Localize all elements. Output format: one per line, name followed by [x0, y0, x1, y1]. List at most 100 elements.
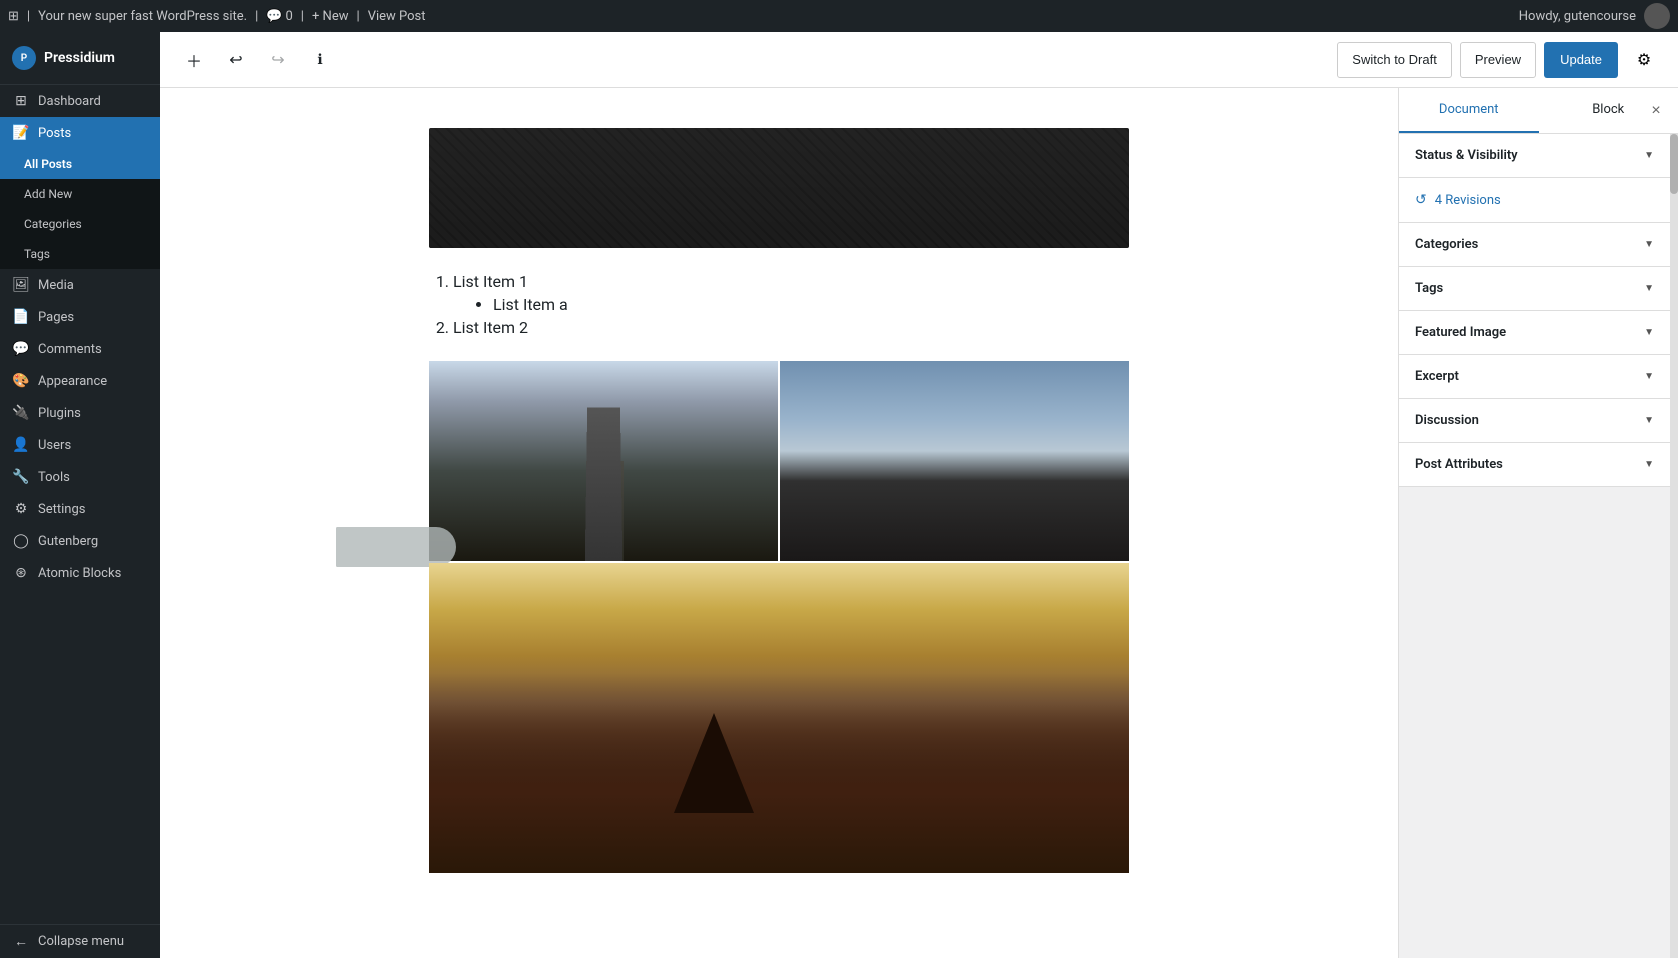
tools-icon: 🔧: [12, 469, 30, 485]
list-section: List Item 1 List Item a List Item 2: [429, 272, 1129, 337]
sub-list: List Item a: [453, 295, 1129, 314]
panel-with-scroll: Status & Visibility ▼ ↺ 4 Revisions: [1399, 134, 1678, 958]
site-name[interactable]: Your new super fast WordPress site.: [38, 9, 247, 24]
tab-document[interactable]: Document: [1399, 88, 1539, 133]
update-button[interactable]: Update: [1544, 42, 1618, 78]
sidebar-item-label: Settings: [38, 502, 85, 517]
panel-section-tags: Tags ▼: [1399, 267, 1670, 311]
chevron-down-icon: ▼: [1644, 150, 1654, 161]
list-item: List Item 2: [453, 318, 1129, 337]
sidebar-item-label: Comments: [38, 342, 102, 357]
panel-section-categories: Categories ▼: [1399, 223, 1670, 267]
settings-button[interactable]: ⚙: [1626, 42, 1662, 78]
posts-icon: 📝: [12, 125, 30, 141]
revisions-header[interactable]: ↺ 4 Revisions: [1399, 178, 1670, 222]
sidebar-item-label: Dashboard: [38, 94, 101, 109]
chevron-down-icon: ▼: [1644, 239, 1654, 250]
tags-header[interactable]: Tags ▼: [1399, 267, 1670, 310]
add-block-button[interactable]: ＋: [176, 42, 212, 78]
sidebar-collapse-menu[interactable]: ← Collapse menu: [0, 924, 160, 958]
sidebar-item-label: Posts: [38, 126, 71, 141]
categories-header[interactable]: Categories ▼: [1399, 223, 1670, 266]
list-item-a: List Item a: [493, 295, 1129, 314]
panel-section-excerpt: Excerpt ▼: [1399, 355, 1670, 399]
view-post-link[interactable]: View Post: [368, 9, 426, 24]
sidebar-subitem-add-new[interactable]: Add New: [0, 179, 160, 209]
post-attributes-header[interactable]: Post Attributes ▼: [1399, 443, 1670, 486]
panel-close-button[interactable]: ×: [1642, 97, 1670, 125]
sidebar: P Pressidium ⊞ Dashboard 📝 Posts All Pos…: [0, 32, 160, 958]
sidebar-subitem-categories[interactable]: Categories: [0, 209, 160, 239]
comments-icon: 💬: [12, 341, 30, 357]
right-panel-scrollbar[interactable]: [1670, 134, 1678, 958]
sidebar-item-label: Media: [38, 278, 74, 293]
excerpt-header[interactable]: Excerpt ▼: [1399, 355, 1670, 398]
sidebar-item-comments[interactable]: 💬 Comments: [0, 333, 160, 365]
editor-toolbar: ＋ ↩ ↪ ℹ Switch to Draft Preview Update ⚙: [160, 32, 1678, 88]
list-item-2-label: List Item 2: [453, 318, 528, 337]
undo-icon: ↩: [229, 50, 242, 70]
redo-button[interactable]: ↪: [260, 42, 296, 78]
sidebar-subitem-tags[interactable]: Tags: [0, 239, 160, 269]
panel-section-revisions: ↺ 4 Revisions: [1399, 178, 1670, 223]
status-visibility-header[interactable]: Status & Visibility ▼: [1399, 134, 1670, 177]
undo-button[interactable]: ↩: [218, 42, 254, 78]
image-row-1: [429, 361, 1129, 561]
sidebar-item-media[interactable]: 🖼 Media: [0, 269, 160, 301]
revisions-item[interactable]: ↺ 4 Revisions: [1415, 192, 1501, 208]
post-content[interactable]: List Item 1 List Item a List Item 2: [160, 88, 1398, 958]
tags-label: Tags: [1415, 281, 1443, 296]
sidebar-item-posts[interactable]: 📝 Posts: [0, 117, 160, 149]
list-item: List Item 1 List Item a: [453, 272, 1129, 314]
chevron-down-icon: ▼: [1644, 283, 1654, 294]
redo-icon: ↪: [271, 50, 284, 70]
sidebar-item-gutenberg[interactable]: ◯ Gutenberg: [0, 525, 160, 557]
featured-image-label: Featured Image: [1415, 325, 1506, 340]
discussion-header[interactable]: Discussion ▼: [1399, 399, 1670, 442]
sidebar-item-settings[interactable]: ⚙ Settings: [0, 493, 160, 525]
sidebar-subitem-all-posts[interactable]: All Posts: [0, 149, 160, 179]
switch-to-draft-button[interactable]: Switch to Draft: [1337, 42, 1452, 78]
sidebar-item-users[interactable]: 👤 Users: [0, 429, 160, 461]
toolbar-right: Switch to Draft Preview Update ⚙: [1337, 42, 1662, 78]
atomic-blocks-icon: ⊛: [12, 565, 30, 581]
editor-content-area: List Item 1 List Item a List Item 2: [160, 88, 1678, 958]
comments-bubble[interactable]: 💬 0: [266, 9, 293, 24]
editor-area: ＋ ↩ ↪ ℹ Switch to Draft Preview Update ⚙: [160, 32, 1678, 958]
comment-icon: 💬: [266, 9, 282, 24]
sidebar-item-label: Tools: [38, 470, 70, 485]
sidebar-pressidium[interactable]: P Pressidium: [0, 32, 160, 85]
greeting-label: Howdy, gutencourse: [1519, 9, 1636, 24]
sidebar-item-pages[interactable]: 📄 Pages: [0, 301, 160, 333]
sidebar-item-tools[interactable]: 🔧 Tools: [0, 461, 160, 493]
gear-icon: ⚙: [1637, 50, 1651, 70]
panel-tabs: Document Block ×: [1399, 88, 1678, 134]
revisions-label: 4 Revisions: [1435, 193, 1501, 208]
preview-button[interactable]: Preview: [1460, 42, 1536, 78]
sidebar-item-label: Pages: [38, 310, 74, 325]
sidebar-item-plugins[interactable]: 🔌 Plugins: [0, 397, 160, 429]
featured-image-header[interactable]: Featured Image ▼: [1399, 311, 1670, 354]
wp-logo-icon[interactable]: ⊞: [8, 9, 19, 24]
discussion-label: Discussion: [1415, 413, 1479, 428]
avatar: [1644, 3, 1670, 29]
sidebar-item-dashboard[interactable]: ⊞ Dashboard: [0, 85, 160, 117]
plugins-icon: 🔌: [12, 405, 30, 421]
chevron-down-icon: ▼: [1644, 371, 1654, 382]
panel-section-post-attributes: Post Attributes ▼: [1399, 443, 1670, 487]
admin-bar-left: ⊞ | Your new super fast WordPress site. …: [8, 9, 1515, 24]
info-icon: ℹ: [317, 51, 322, 68]
toolbar-left: ＋ ↩ ↪ ℹ: [176, 42, 1329, 78]
sidebar-item-appearance[interactable]: 🎨 Appearance: [0, 365, 160, 397]
sidebar-item-label: Plugins: [38, 406, 81, 421]
sidebar-item-atomic-blocks[interactable]: ⊛ Atomic Blocks: [0, 557, 160, 589]
mountains-image: [429, 563, 1129, 873]
info-button[interactable]: ℹ: [302, 42, 338, 78]
status-visibility-label: Status & Visibility: [1415, 148, 1518, 163]
post-attributes-label: Post Attributes: [1415, 457, 1503, 472]
chevron-down-icon: ▼: [1644, 327, 1654, 338]
gutenberg-icon: ◯: [12, 533, 30, 549]
panel-section-status-visibility: Status & Visibility ▼: [1399, 134, 1670, 178]
list-item-1-label: List Item 1: [453, 272, 528, 291]
new-item[interactable]: + New: [312, 9, 349, 24]
